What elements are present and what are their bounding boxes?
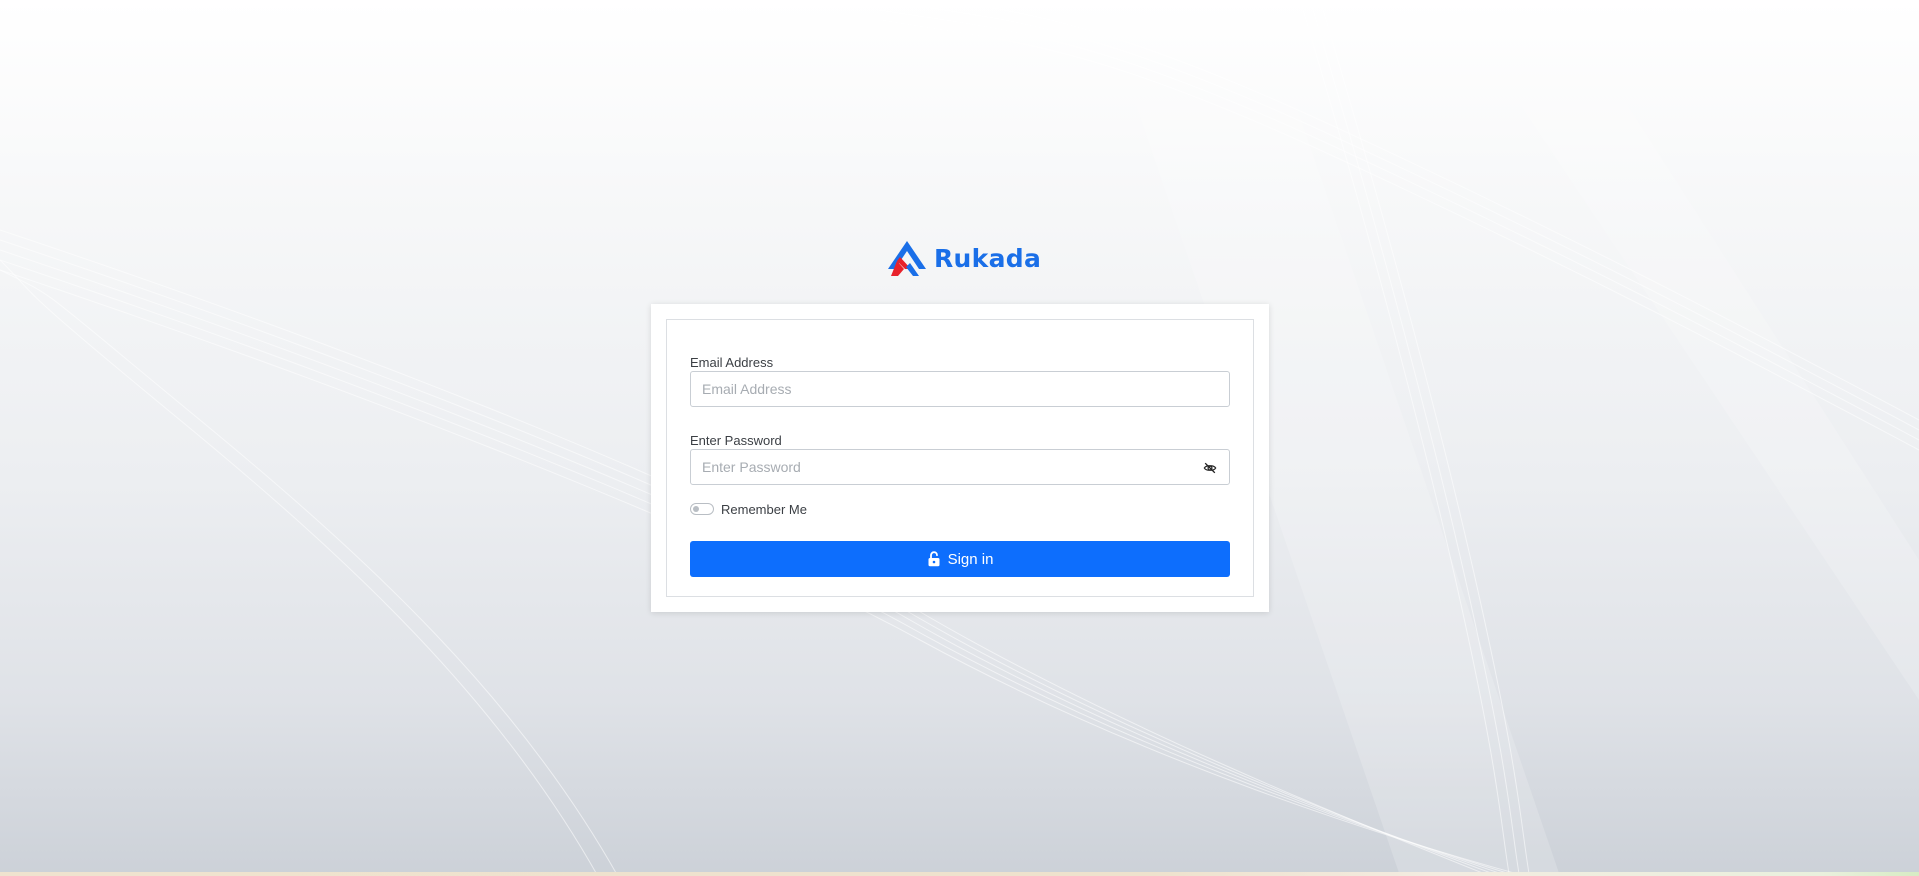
unlock-icon xyxy=(928,551,940,567)
rukada-logo-icon xyxy=(888,241,926,276)
remember-me: Remember Me xyxy=(690,501,807,517)
email-label: Email Address xyxy=(690,355,774,370)
bottom-strip xyxy=(0,872,1919,876)
email-field-wrapper xyxy=(690,371,1230,407)
remember-me-toggle[interactable] xyxy=(690,503,714,515)
remember-me-label: Remember Me xyxy=(721,501,807,517)
brand-logo: Rukada xyxy=(886,238,1041,278)
brand-name: Rukada xyxy=(934,243,1042,273)
login-form: Email Address Enter Password Remember Me… xyxy=(666,319,1254,597)
eye-slash-icon[interactable] xyxy=(1203,461,1217,475)
sign-in-button[interactable]: Sign in xyxy=(690,541,1230,577)
login-card: Email Address Enter Password Remember Me… xyxy=(651,304,1269,612)
password-label: Enter Password xyxy=(690,433,782,448)
email-field[interactable] xyxy=(691,372,1229,406)
password-field-wrapper xyxy=(690,449,1230,485)
sign-in-label: Sign in xyxy=(947,550,994,568)
password-field[interactable] xyxy=(691,450,1229,484)
